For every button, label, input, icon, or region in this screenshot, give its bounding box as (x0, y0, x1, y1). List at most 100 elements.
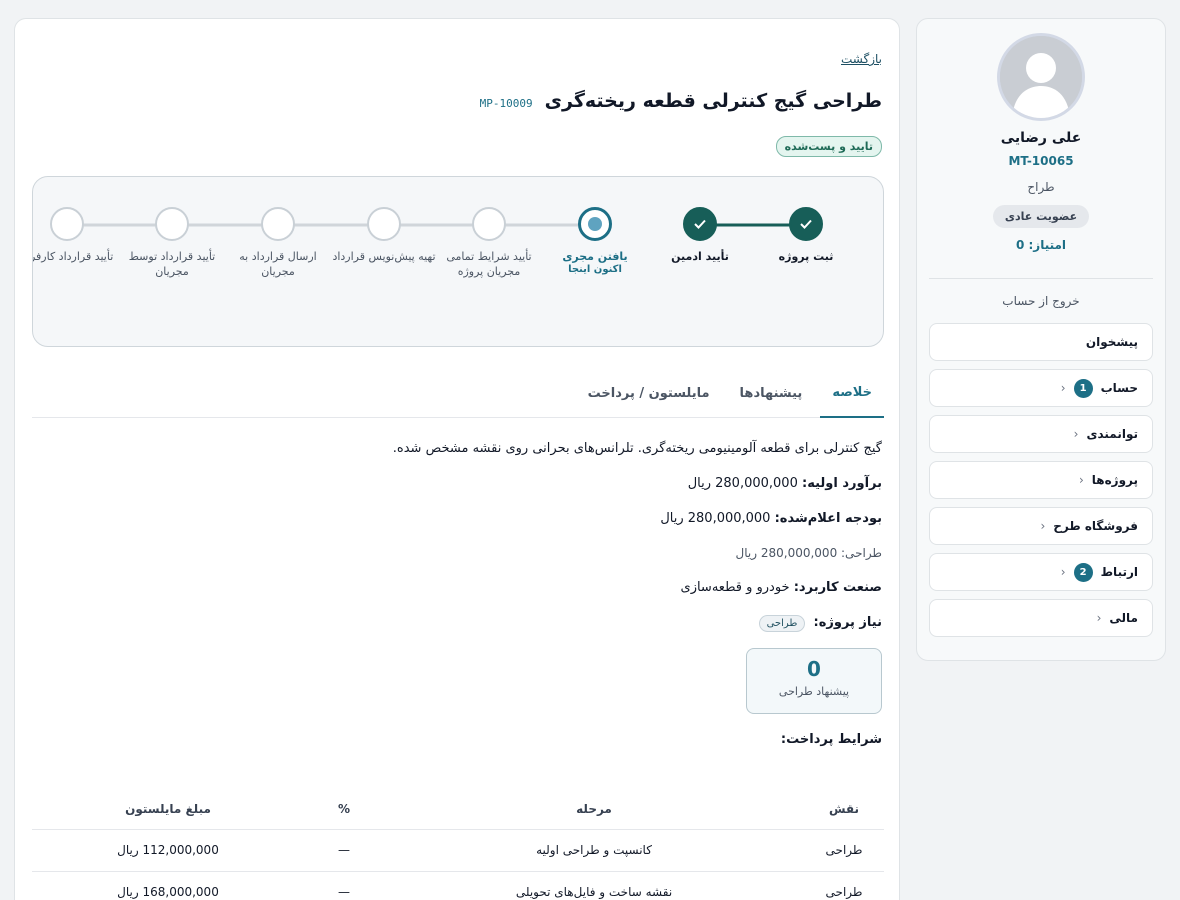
notification-badge: 2 (1073, 562, 1093, 582)
logout-link[interactable]: خروج از حساب (929, 294, 1153, 308)
step-label: تأیید قرارداد کارفرما (33, 250, 114, 263)
table-header-row: نقش مرحله % مبلغ مایلستون (32, 789, 884, 830)
pending-step-icon (50, 207, 84, 241)
tab-bar: خلاصه پیشنهادها مایلستون / پرداخت (32, 368, 884, 418)
chevron-left-icon: ‹ (1096, 611, 1102, 625)
step-label: تأیید ادمین (671, 250, 729, 263)
sidebar-item-projects[interactable]: پروژه‌ها ‹ (929, 461, 1153, 499)
step-label: یافتن مجری (562, 250, 628, 263)
step-label: تأیید شرایط تمامی مجریان پروژه (446, 250, 532, 278)
sidebar-item-communication[interactable]: ارتباط 2 ‹ (929, 553, 1153, 591)
need-tag: طراحی (758, 615, 806, 632)
sidebar-divider (929, 278, 1153, 279)
current-step-icon (578, 207, 612, 241)
col-role: نقش (804, 789, 884, 830)
industry-value: خودرو و قطعه‌سازی (680, 580, 790, 595)
cell-percent: — (304, 829, 384, 872)
pending-step-icon (367, 207, 401, 241)
proposals-stat-card[interactable]: 0 پیشنهاد طراحی (746, 648, 882, 714)
step-confirm-terms[interactable]: تأیید شرایط تمامی مجریان پروژه (434, 207, 544, 279)
initial-estimate-label: برآورد اولیه: (802, 476, 882, 491)
step-register-project[interactable]: ثبت پروژه (751, 207, 861, 264)
pending-step-icon (472, 207, 506, 241)
step-label: ارسال قرارداد به مجریان (239, 250, 317, 278)
current-dot (588, 217, 602, 231)
cell-percent: — (304, 871, 384, 900)
sidebar-item-label: حساب (1100, 381, 1138, 395)
announced-budget-label: بودجه اعلام‌شده: (774, 511, 882, 526)
col-stage: مرحله (384, 789, 804, 830)
announced-budget-value: 280,000,000 ریال (660, 511, 771, 526)
check-icon (683, 207, 717, 241)
cell-role: طراحی (804, 829, 884, 872)
sidebar-item-account[interactable]: حساب 1 ‹ (929, 369, 1153, 407)
cell-stage: کانسپت و طراحی اولیه (384, 829, 804, 872)
sidebar-item-label: ارتباط (1100, 565, 1138, 579)
cell-amount: 112,000,000 ریال (32, 829, 304, 872)
title-row: طراحی گیج کنترلی قطعه ریخته‌گری MP-10009 (480, 90, 882, 112)
status-badge: تایید و پست‌شده (775, 136, 882, 157)
tab-milestones[interactable]: مایلستون / پرداخت (576, 368, 722, 418)
step-admin-approval[interactable]: تأیید ادمین (645, 207, 755, 264)
page-title: طراحی گیج کنترلی قطعه ریخته‌گری (544, 90, 882, 112)
cell-role: طراحی (804, 871, 884, 900)
user-code: MT-10065 (1008, 154, 1074, 168)
table-row: طراحی کانسپت و طراحی اولیه — 112,000,000… (32, 829, 884, 872)
sidebar-item-label: فروشگاه طرح (1053, 519, 1138, 533)
user-role: طراح (1027, 180, 1055, 194)
payment-terms-title: شرایط پرداخت: (780, 732, 882, 747)
sidebar-item-finance[interactable]: مالی ‹ (929, 599, 1153, 637)
chevron-left-icon: ‹ (1073, 427, 1079, 441)
membership-badge: عضویت عادی (992, 205, 1090, 228)
sidebar-item-capability[interactable]: توانمندی ‹ (929, 415, 1153, 453)
pending-step-icon (155, 207, 189, 241)
step-employer-approval[interactable]: تأیید قرارداد کارفرما (33, 207, 122, 264)
step-draft-contract[interactable]: تهیه پیش‌نویس قرارداد (329, 207, 439, 264)
user-score: امتیاز: 0 (1015, 238, 1067, 252)
notification-badge: 1 (1073, 378, 1093, 398)
step-send-contract[interactable]: ارسال قرارداد به مجریان (223, 207, 333, 279)
step-label: ثبت پروژه (778, 250, 834, 263)
sidebar-item-dashboard[interactable]: پیشخوان (929, 323, 1153, 361)
col-amount: مبلغ مایلستون (32, 789, 304, 830)
industry: صنعت کاربرد: خودرو و قطعه‌سازی (30, 580, 882, 595)
industry-label: صنعت کاربرد: (793, 580, 882, 595)
check-icon (789, 207, 823, 241)
col-percent: % (304, 789, 384, 830)
summary-section: گیج کنترلی برای قطعه آلومینیومی ریخته‌گر… (30, 441, 882, 747)
table-row: طراحی نقشه ساخت و فایل‌های تحویلی — 168,… (32, 871, 884, 900)
project-need-label: نیاز پروژه: (813, 615, 883, 630)
chevron-left-icon: ‹ (1040, 519, 1046, 533)
project-description: گیج کنترلی برای قطعه آلومینیومی ریخته‌گر… (392, 441, 882, 456)
stat-value: 0 (807, 657, 821, 681)
back-link[interactable]: بازگشت (841, 52, 882, 66)
workflow-stepper: ثبت پروژه تأیید ادمین یافتن مجری اکنون ا… (32, 176, 884, 347)
initial-estimate-value: 280,000,000 ریال (687, 476, 798, 491)
chevron-left-icon: ‹ (1078, 473, 1084, 487)
sidebar-item-label: توانمندی (1086, 427, 1138, 441)
sidebar: علی رضایی MT-10065 طراح عضویت عادی امتیا… (916, 18, 1166, 661)
design-budget: طراحی: 280,000,000 ریال (735, 546, 882, 560)
sidebar-item-label: مالی (1109, 611, 1138, 625)
sidebar-item-design-store[interactable]: فروشگاه طرح ‹ (929, 507, 1153, 545)
step-current-note: اکنون اینجا (568, 264, 622, 275)
chevron-left-icon: ‹ (1060, 381, 1066, 395)
step-find-contractor[interactable]: یافتن مجری اکنون اینجا (540, 207, 650, 275)
initial-estimate: برآورد اولیه: 280,000,000 ریال (30, 476, 882, 491)
step-contractor-approval[interactable]: تأیید قرارداد توسط مجریان (117, 207, 227, 279)
cell-stage: نقشه ساخت و فایل‌های تحویلی (384, 871, 804, 900)
tab-proposals[interactable]: پیشنهادها (728, 368, 815, 418)
cell-amount: 168,000,000 ریال (32, 871, 304, 900)
chevron-left-icon: ‹ (1060, 565, 1066, 579)
stat-label: پیشنهاد طراحی (778, 685, 850, 698)
sidebar-item-label: پروژه‌ها (1091, 473, 1138, 487)
user-name: علی رضایی (1000, 130, 1082, 146)
payment-table: نقش مرحله % مبلغ مایلستون طراحی کانسپت و… (32, 789, 884, 900)
tab-summary[interactable]: خلاصه (820, 368, 884, 418)
announced-budget: بودجه اعلام‌شده: 280,000,000 ریال (30, 511, 882, 526)
project-code: MP-10009 (479, 97, 533, 110)
avatar[interactable] (997, 33, 1085, 121)
pending-step-icon (261, 207, 295, 241)
main-panel: بازگشت طراحی گیج کنترلی قطعه ریخته‌گری M… (14, 18, 900, 900)
project-need: نیاز پروژه: طراحی (30, 615, 882, 632)
